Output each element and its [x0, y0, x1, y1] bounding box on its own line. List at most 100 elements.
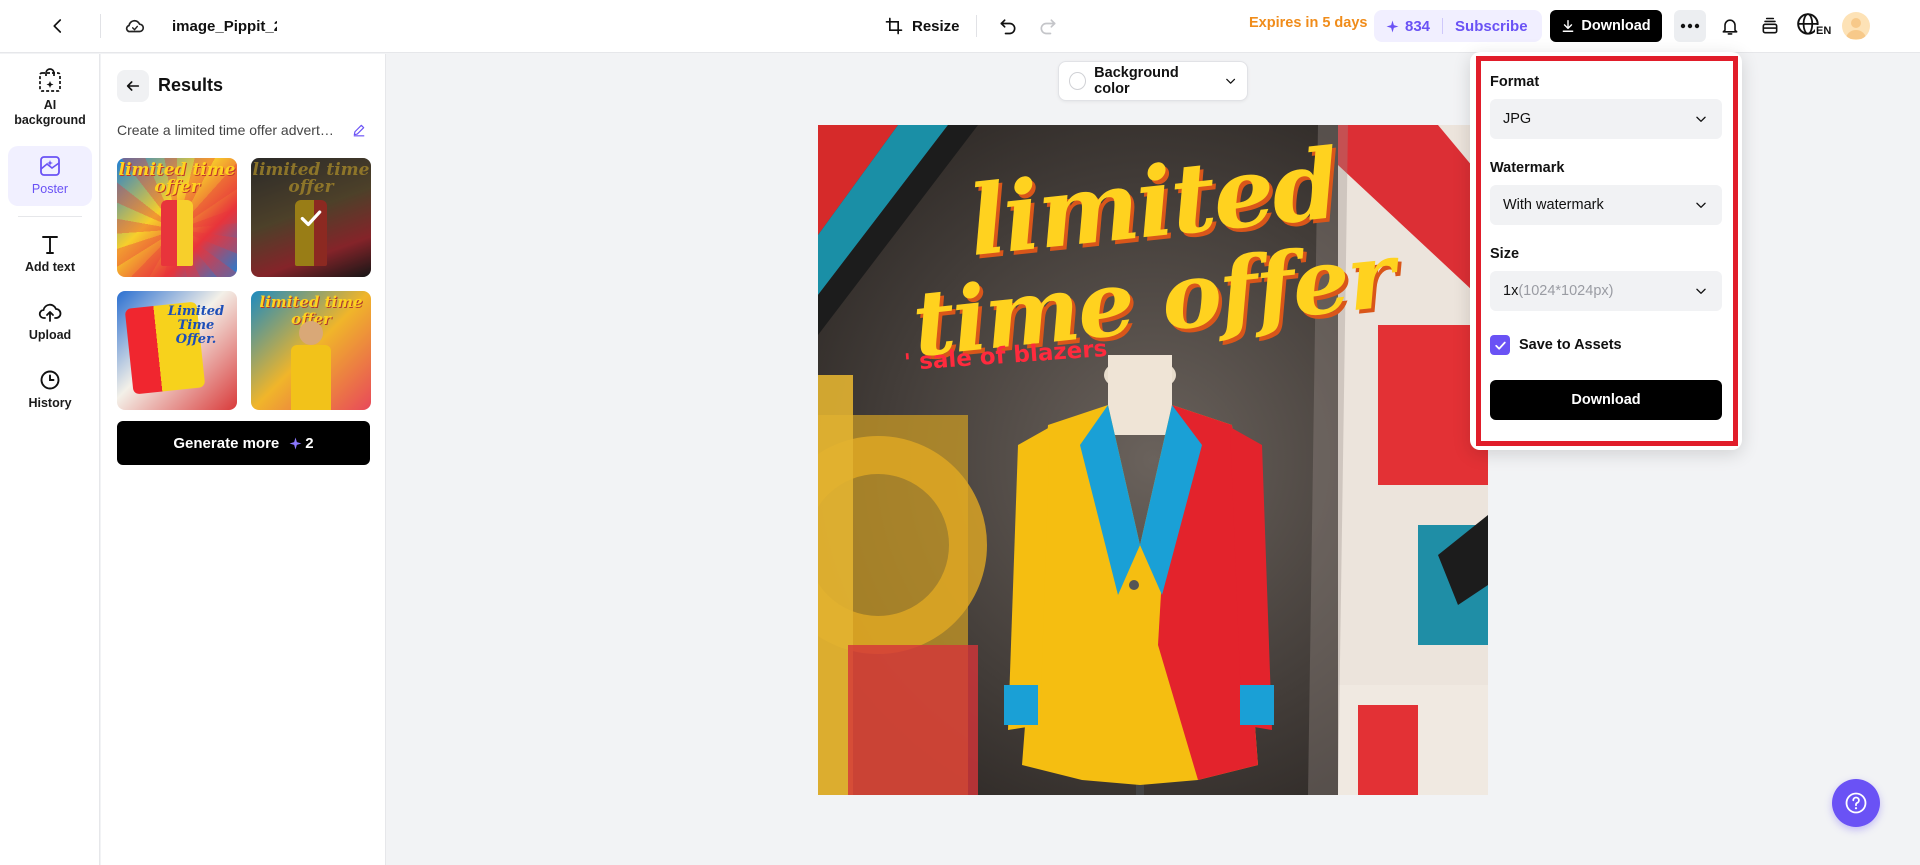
result-thumbnail-selected[interactable]: limited time offer	[251, 158, 371, 277]
download-icon	[1562, 20, 1574, 32]
generate-cost-value: 2	[305, 434, 314, 452]
file-name[interactable]: image_Pippit_20	[172, 15, 277, 37]
format-select[interactable]: JPG	[1490, 99, 1722, 139]
background-color-button[interactable]: Background color	[1058, 61, 1248, 101]
sparkle-icon	[289, 437, 302, 449]
more-dots-icon	[1680, 23, 1700, 29]
cloud-icon	[125, 19, 145, 33]
rail-item-add-text[interactable]: Add text	[8, 232, 92, 282]
watermark-select[interactable]: With watermark	[1490, 185, 1722, 225]
ai-background-icon	[39, 68, 61, 92]
redo-button[interactable]	[1034, 12, 1062, 40]
user-avatar[interactable]	[1842, 12, 1870, 40]
divider	[976, 15, 977, 37]
format-value: JPG	[1503, 111, 1532, 127]
chevron-down-icon	[1696, 288, 1706, 294]
resize-button[interactable]: Resize	[884, 12, 960, 40]
results-panel: Results Create a limited time offer adve…	[101, 54, 386, 865]
resize-icon	[885, 17, 903, 35]
poster-canvas[interactable]: limited time offer ' sale of blazers	[818, 125, 1488, 795]
size-hint: (1024*1024px)	[1518, 283, 1614, 299]
divider	[18, 216, 82, 217]
chevron-down-icon	[1696, 202, 1706, 208]
resize-label: Resize	[912, 17, 960, 35]
rail-item-label: Upload	[28, 328, 72, 342]
download-confirm-button[interactable]: Download	[1490, 380, 1722, 420]
sparkle-icon	[1386, 20, 1399, 32]
left-tool-rail: AI background Poster Add text Upload His…	[0, 54, 100, 865]
pencil-icon	[353, 124, 365, 137]
save-to-assets-checkbox-row[interactable]: Save to Assets	[1490, 335, 1622, 355]
history-clock-icon	[40, 370, 60, 390]
save-to-assets-label: Save to Assets	[1519, 337, 1622, 353]
checkmark-icon	[1494, 341, 1506, 350]
upload-cloud-icon	[38, 303, 62, 322]
size-value: 1x	[1503, 283, 1519, 299]
redo-icon	[1040, 19, 1056, 35]
format-label: Format	[1490, 74, 1540, 90]
question-icon	[1845, 792, 1867, 814]
thumbnail-title: Limited Time Offer.	[167, 304, 225, 347]
watermark-value: With watermark	[1503, 197, 1604, 213]
size-select[interactable]: 1x(1024*1024px)	[1490, 271, 1722, 311]
poster-icon	[40, 156, 60, 176]
chevron-down-icon	[1225, 78, 1235, 84]
checkmark-icon	[300, 209, 322, 226]
panel-title: Results	[158, 75, 224, 95]
rail-item-upload[interactable]: Upload	[8, 300, 92, 350]
generate-more-button[interactable]: Generate more 2	[117, 421, 370, 465]
rail-item-history[interactable]: History	[8, 368, 92, 418]
back-button[interactable]	[44, 12, 72, 40]
more-options-button[interactable]	[1674, 10, 1706, 42]
result-thumbnail[interactable]: limited time offer	[117, 158, 237, 277]
rail-item-label: History	[28, 396, 72, 410]
yellow-suit-graphic	[291, 345, 331, 410]
watermark-label: Watermark	[1490, 160, 1565, 176]
background-color-label: Background color	[1094, 65, 1179, 97]
divider	[1442, 18, 1444, 34]
chevron-down-icon	[1696, 116, 1706, 122]
edit-prompt-button[interactable]	[349, 120, 369, 140]
subscribe-link[interactable]: Subscribe	[1455, 18, 1528, 35]
rail-item-label: AI background	[14, 98, 86, 127]
rail-item-label: Add text	[25, 260, 75, 274]
credits-subscribe-pill[interactable]: 834 Subscribe	[1374, 10, 1542, 42]
rail-item-poster[interactable]: Poster	[8, 146, 92, 206]
download-button-top[interactable]: Download	[1550, 10, 1662, 42]
notifications-button[interactable]	[1716, 12, 1744, 40]
stack-icon	[1762, 17, 1778, 34]
bell-icon	[1722, 19, 1738, 35]
undo-icon	[1000, 19, 1016, 35]
avatar-icon	[1846, 18, 1866, 39]
save-to-assets-checkbox[interactable]	[1490, 335, 1510, 355]
top-bar: image_Pippit_20 Resize Expires in 5 days…	[0, 0, 1920, 53]
download-label: Download	[1581, 18, 1651, 34]
thumbnail-title: limited time offer	[118, 160, 236, 197]
language-button[interactable]: EN	[1796, 10, 1833, 42]
color-swatch	[1069, 72, 1087, 90]
size-label: Size	[1490, 246, 1520, 262]
rail-item-ai-background[interactable]: AI background	[8, 68, 92, 140]
size-value-group: 1x(1024*1024px)	[1503, 283, 1613, 299]
credits-count: 834	[1405, 17, 1431, 35]
generate-cost: 2	[289, 434, 314, 452]
chevron-left-icon	[53, 19, 62, 33]
result-thumbnail[interactable]: limited time offer	[251, 291, 371, 410]
expires-notice: Expires in 5 days	[1249, 15, 1368, 31]
person-head-graphic	[299, 321, 323, 345]
generate-more-label: Generate more	[173, 434, 280, 452]
divider	[100, 14, 101, 38]
help-button[interactable]	[1832, 779, 1880, 827]
prompt-text: Create a limited time offer advertisemen…	[117, 122, 335, 138]
selected-overlay	[251, 158, 371, 277]
arrow-left-icon	[126, 81, 140, 91]
undo-button[interactable]	[994, 12, 1022, 40]
result-thumbnail[interactable]: Limited Time Offer.	[117, 291, 237, 410]
blazer-graphic	[161, 200, 193, 266]
cloud-save-button[interactable]	[121, 12, 149, 40]
rail-item-label: Poster	[31, 182, 69, 196]
layers-button[interactable]	[1756, 12, 1784, 40]
results-back-button[interactable]	[117, 70, 149, 102]
language-code: EN	[1815, 25, 1833, 37]
text-icon	[42, 236, 58, 254]
